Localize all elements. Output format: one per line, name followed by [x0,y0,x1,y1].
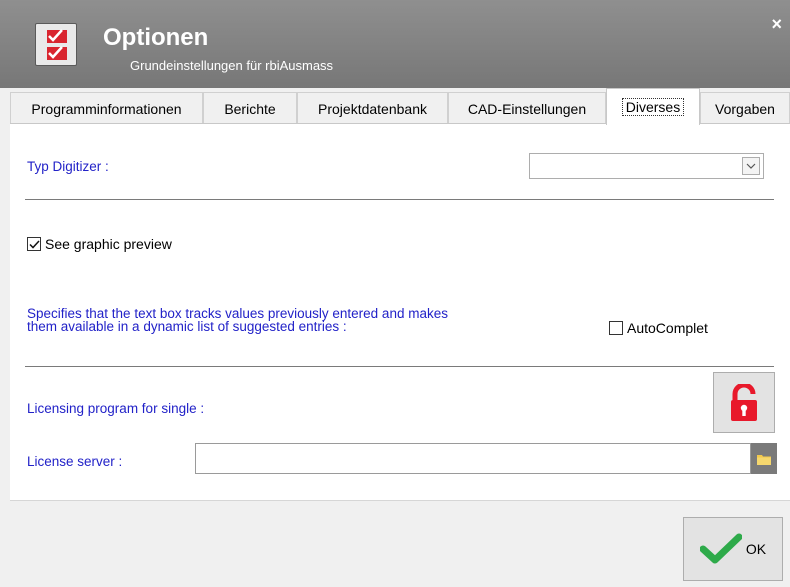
digitizer-label: Typ Digitizer : [27,159,109,174]
tab-cad-einstellungen[interactable]: CAD-Einstellungen [448,92,606,124]
autocomplete-label: AutoComplet [627,320,708,336]
preview-label: See graphic preview [45,236,172,252]
license-unlock-button[interactable] [713,372,775,433]
autocomplete-checkbox-row[interactable]: AutoComplet [609,320,708,336]
autocomplete-description: Specifies that the text box tracks value… [27,307,448,334]
folder-icon[interactable] [751,443,777,474]
unlock-icon [731,383,757,421]
left-border [0,88,10,587]
checkmark-icon [699,533,742,564]
license-server-label: License server : [27,454,123,469]
tab-label: Diverses [621,98,685,116]
divider [25,199,774,200]
app-checklist-icon [35,23,77,66]
footer: OK [10,500,790,587]
tab-diverses[interactable]: Diverses [606,88,700,125]
tab-label: Projektdatenbank [318,100,427,117]
window-title: Optionen [103,24,209,51]
digitizer-select[interactable] [529,153,764,179]
tab-label: CAD-Einstellungen [467,100,587,117]
autocomplete-checkbox[interactable] [609,321,623,335]
tab-projektdatenbank[interactable]: Projektdatenbank [297,92,448,124]
tab-label: Vorgaben [715,100,775,117]
tab-label: Berichte [224,100,276,117]
title-bar: Optionen Grundeinstellungen für rbiAusma… [0,0,790,88]
licensing-label: Licensing program for single : [27,401,205,416]
license-server-input[interactable] [195,443,751,474]
tab-vorgaben[interactable]: Vorgaben [700,92,790,124]
close-icon[interactable]: × [771,14,782,35]
preview-checkbox-row[interactable]: See graphic preview [27,236,172,252]
ok-label: OK [745,541,767,557]
tab-label: Programminformationen [31,100,182,117]
divider [25,366,774,367]
tab-bar: Programminformationen Berichte Projektda… [10,88,790,125]
ok-button[interactable]: OK [683,517,783,581]
chevron-down-icon[interactable] [742,157,760,175]
window-subtitle: Grundeinstellungen für rbiAusmass [130,58,334,73]
autocomplete-description-line2: them available in a dynamic list of sugg… [27,319,347,334]
tab-berichte[interactable]: Berichte [203,92,297,124]
tab-panel-diverses: Typ Digitizer : See graphic preview Spec… [10,123,790,500]
tab-programminformationen[interactable]: Programminformationen [10,92,203,124]
preview-checkbox[interactable] [27,237,41,251]
